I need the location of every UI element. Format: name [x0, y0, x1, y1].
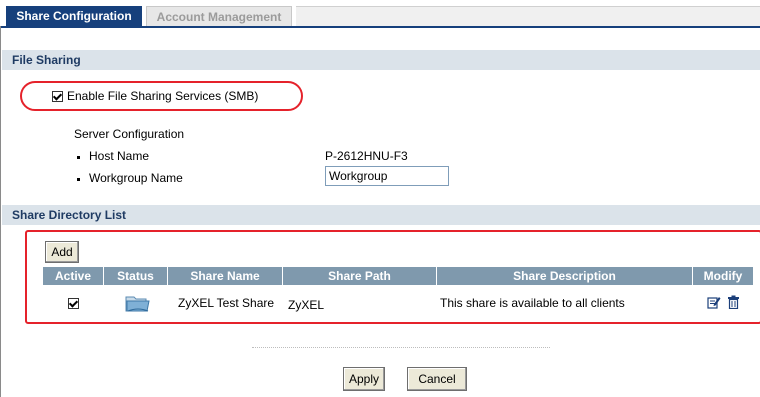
apply-button[interactable]: Apply [343, 367, 385, 391]
workgroup-name-label: Workgroup Name [89, 171, 183, 185]
host-name-label: Host Name [89, 149, 150, 163]
column-header-active: Active [43, 267, 104, 285]
host-name-value: P-2612HNU-F3 [325, 149, 408, 163]
share-configuration-page: Share Configuration Account Management F… [0, 0, 760, 397]
trash-icon[interactable] [727, 295, 740, 309]
divider [252, 347, 550, 348]
bullet-icon [77, 156, 80, 159]
shared-folder-icon [125, 296, 150, 312]
enable-smb-label: Enable File Sharing Services (SMB) [67, 89, 259, 103]
share-path-cell: ZyXEL [288, 298, 325, 312]
column-header-share-description: Share Description [437, 267, 693, 285]
column-header-status: Status [104, 267, 168, 285]
cancel-button[interactable]: Cancel [407, 367, 467, 391]
tab-strip-filler [296, 6, 760, 26]
column-header-modify: Modify [693, 267, 753, 285]
add-button[interactable]: Add [45, 241, 79, 263]
tab-strip: Share Configuration Account Management [0, 0, 760, 28]
share-active-checkbox[interactable] [68, 298, 79, 309]
column-header-share-path: Share Path [283, 267, 437, 285]
section-share-directory-list: Share Directory List [2, 205, 760, 225]
workgroup-name-input[interactable] [325, 166, 449, 186]
enable-smb-checkbox[interactable] [52, 91, 63, 103]
column-header-share-name: Share Name [168, 267, 283, 285]
bullet-icon [77, 178, 80, 181]
share-description-cell: This share is available to all clients [440, 296, 625, 310]
tab-account-management[interactable]: Account Management [146, 6, 292, 26]
section-file-sharing: File Sharing [2, 50, 760, 70]
edit-icon[interactable] [707, 295, 721, 309]
share-name-cell: ZyXEL Test Share [178, 296, 275, 310]
enable-smb-row[interactable]: Enable File Sharing Services (SMB) [52, 88, 258, 104]
server-configuration-title: Server Configuration [74, 127, 185, 141]
left-border [0, 26, 1, 397]
tab-share-configuration[interactable]: Share Configuration [6, 6, 142, 26]
